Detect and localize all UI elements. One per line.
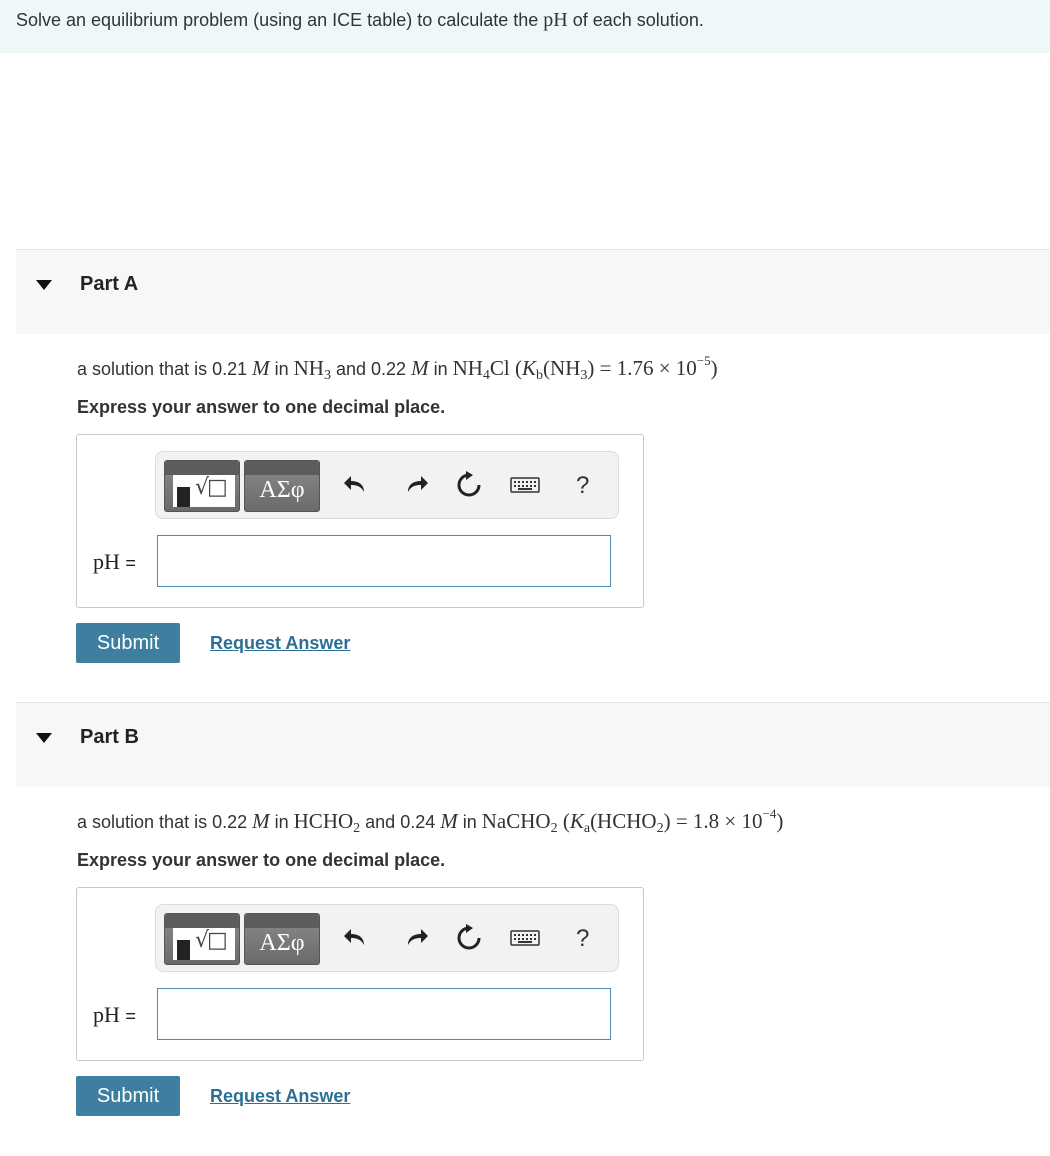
help-icon[interactable]: ? — [576, 472, 589, 500]
request-answer-link[interactable]: Request Answer — [210, 1086, 350, 1107]
part-b-title: Part B — [80, 726, 139, 748]
part-a-title: Part A — [80, 273, 139, 295]
greek-symbols-button[interactable]: ΑΣφ — [244, 460, 320, 512]
templates-button[interactable]: √□ — [164, 913, 240, 965]
part-b-question: a solution that is 0.22 M in HCHO2 and 0… — [77, 806, 784, 836]
part-a-question: a solution that is 0.21 M in NH3 and 0.2… — [77, 353, 718, 383]
instructions-banner: Solve an equilibrium problem (using an I… — [0, 0, 1050, 53]
ph-label: pH = — [93, 549, 136, 574]
submit-button[interactable]: Submit — [76, 623, 180, 663]
math-toolbar: √□ ΑΣφ ? — [155, 904, 619, 972]
undo-icon[interactable] — [342, 923, 372, 953]
redo-icon[interactable] — [400, 923, 430, 953]
part-a-answer-box: √□ ΑΣφ ? pH = — [76, 434, 644, 608]
keyboard-icon[interactable] — [510, 470, 540, 500]
ph-answer-input[interactable] — [157, 988, 611, 1040]
instructions-text: Solve an equilibrium problem (using an I… — [16, 9, 704, 31]
part-b-header[interactable]: Part B — [16, 702, 1050, 787]
keyboard-icon[interactable] — [510, 923, 540, 953]
undo-icon[interactable] — [342, 470, 372, 500]
greek-symbols-icon: ΑΣφ — [259, 477, 305, 503]
reset-icon[interactable] — [454, 923, 484, 953]
part-b-answer-box: √□ ΑΣφ ? pH = — [76, 887, 644, 1061]
part-b-instruction: Express your answer to one decimal place… — [77, 850, 446, 870]
templates-icon: √□ — [173, 928, 235, 960]
part-a-header[interactable]: Part A — [16, 249, 1050, 334]
part-a-instruction: Express your answer to one decimal place… — [77, 397, 446, 417]
collapse-arrow-icon[interactable] — [36, 733, 52, 743]
math-toolbar: √□ ΑΣφ ? — [155, 451, 619, 519]
ph-answer-input[interactable] — [157, 535, 611, 587]
templates-button[interactable]: √□ — [164, 460, 240, 512]
request-answer-link[interactable]: Request Answer — [210, 633, 350, 654]
redo-icon[interactable] — [400, 470, 430, 500]
greek-symbols-button[interactable]: ΑΣφ — [244, 913, 320, 965]
collapse-arrow-icon[interactable] — [36, 280, 52, 290]
templates-icon: √□ — [173, 475, 235, 507]
submit-button[interactable]: Submit — [76, 1076, 180, 1116]
ph-label: pH = — [93, 1002, 136, 1027]
greek-symbols-icon: ΑΣφ — [259, 930, 305, 956]
reset-icon[interactable] — [454, 470, 484, 500]
help-icon[interactable]: ? — [576, 925, 589, 953]
